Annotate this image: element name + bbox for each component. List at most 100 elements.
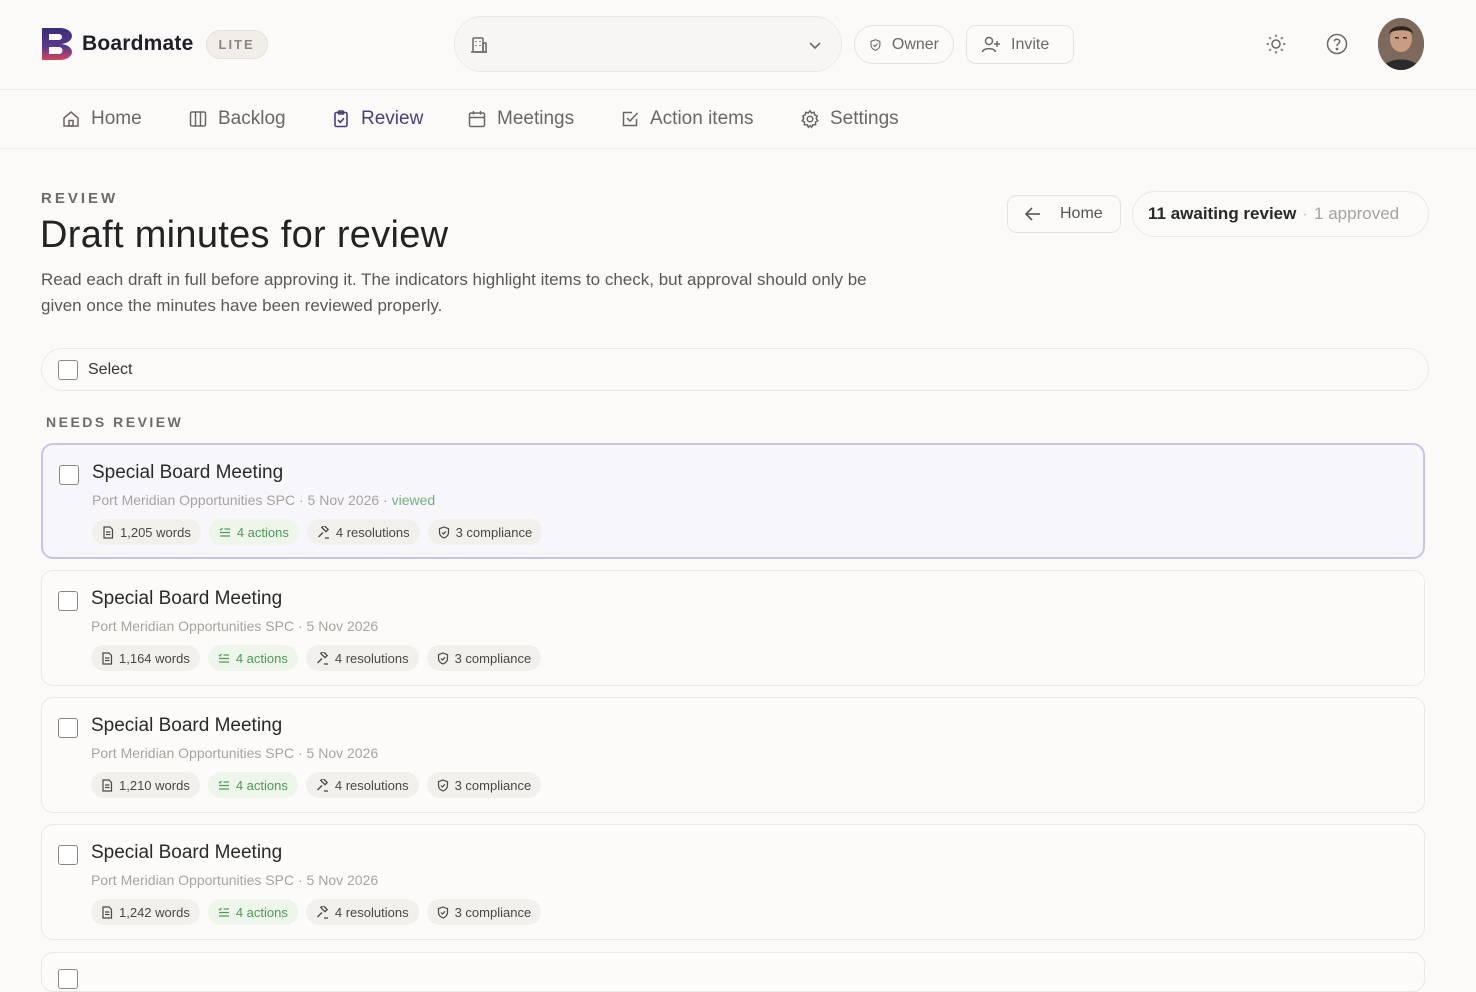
draft-card-title[interactable]: Special Board Meeting bbox=[91, 842, 282, 864]
draft-card-checkbox[interactable] bbox=[58, 845, 78, 865]
nav-item-label: Review bbox=[361, 108, 424, 129]
draft-card-indicators: 1,164 words 4 actions 4 resolutions 3 compl… bbox=[91, 645, 549, 671]
nav-item-action-items[interactable]: Action items bbox=[620, 108, 753, 130]
invite-label: Invite bbox=[1011, 35, 1050, 53]
draft-card[interactable]: Special Board Meeting Port Meridian Oppor… bbox=[41, 824, 1425, 940]
word-count-label: 1,210 words bbox=[119, 777, 190, 793]
owner-role-label: Owner bbox=[891, 35, 939, 53]
gavel-icon bbox=[316, 905, 328, 919]
meta-separator: · bbox=[298, 492, 304, 508]
draft-card[interactable]: Special Board Meeting Port Meridian Oppor… bbox=[41, 697, 1425, 813]
nav-item-settings[interactable]: Settings bbox=[800, 108, 899, 130]
actions-label: 4 actions bbox=[235, 650, 288, 666]
resolutions-label: 4 resolutions bbox=[334, 650, 409, 666]
compliance-label: 3 compliance bbox=[454, 777, 532, 793]
draft-card-checkbox[interactable] bbox=[58, 591, 78, 611]
summary-separator: · bbox=[1302, 204, 1309, 223]
review-summary: 11 awaiting review · 1 approved bbox=[1132, 191, 1429, 237]
nav-item-review[interactable]: Review bbox=[331, 108, 423, 130]
actions-tag: 4 actions bbox=[207, 899, 298, 925]
word-count-tag: 1,242 words bbox=[91, 899, 200, 925]
user-plus-icon bbox=[981, 36, 1000, 52]
arrow-left-icon bbox=[1024, 207, 1040, 221]
select-all-bar[interactable]: Select bbox=[41, 348, 1429, 391]
resolutions-tag: 4 resolutions bbox=[305, 899, 419, 925]
approved-count: 1 approved bbox=[1314, 204, 1400, 223]
draft-card-indicators: 1,205 words 4 actions 4 resolutions 3 compl… bbox=[92, 519, 550, 545]
main-nav: Home Backlog Review Meetings Action item… bbox=[0, 90, 1476, 149]
list-check-icon bbox=[218, 780, 229, 790]
nav-item-backlog[interactable]: Backlog bbox=[188, 108, 286, 130]
meta-separator: · bbox=[297, 618, 303, 634]
draft-card-title[interactable]: Special Board Meeting bbox=[92, 462, 283, 484]
awaiting-count: 11 awaiting review bbox=[1148, 204, 1297, 223]
compliance-tag: 3 compliance bbox=[426, 899, 542, 925]
nav-item-label: Home bbox=[91, 108, 142, 129]
nav-item-home[interactable]: Home bbox=[61, 108, 142, 130]
columns-icon bbox=[189, 111, 207, 127]
invite-button[interactable]: Invite bbox=[966, 25, 1074, 64]
shield-check-icon bbox=[437, 905, 448, 919]
list-check-icon bbox=[218, 653, 229, 663]
select-all-label: Select bbox=[88, 360, 133, 378]
brand-name: Boardmate bbox=[82, 32, 194, 55]
calendar-icon bbox=[468, 111, 486, 128]
organization-select[interactable] bbox=[454, 16, 842, 72]
select-all-checkbox[interactable] bbox=[58, 359, 78, 380]
compliance-label: 3 compliance bbox=[454, 650, 532, 666]
meta-separator: · bbox=[297, 745, 303, 761]
boardmate-logo-icon bbox=[42, 28, 72, 60]
compliance-tag: 3 compliance bbox=[426, 645, 542, 671]
word-count-tag: 1,164 words bbox=[91, 645, 200, 671]
meta-separator: · bbox=[297, 872, 303, 888]
draft-card-title[interactable]: Special Board Meeting bbox=[91, 715, 282, 737]
resolutions-tag: 4 resolutions bbox=[306, 519, 420, 545]
word-count-tag: 1,205 words bbox=[92, 519, 201, 545]
draft-card-date: 5 Nov 2026 bbox=[306, 872, 379, 888]
list-check-icon bbox=[219, 527, 230, 537]
actions-tag: 4 actions bbox=[208, 519, 299, 545]
draft-card[interactable]: Special Board Meeting Port Meridian Oppor… bbox=[41, 570, 1425, 686]
nav-item-meetings[interactable]: Meetings bbox=[467, 108, 574, 130]
user-avatar[interactable] bbox=[1378, 18, 1424, 70]
nav-item-label: Backlog bbox=[218, 108, 286, 129]
actions-label: 4 actions bbox=[236, 524, 289, 540]
word-count-label: 1,242 words bbox=[119, 904, 190, 920]
draft-card[interactable]: Special Board Meeting Port Meridian Oppor… bbox=[41, 443, 1425, 559]
word-count-tag: 1,210 words bbox=[91, 772, 200, 798]
checkbox-icon bbox=[622, 111, 639, 127]
owner-role-button[interactable]: Owner bbox=[854, 25, 954, 64]
actions-label: 4 actions bbox=[235, 904, 288, 920]
compliance-label: 3 compliance bbox=[455, 524, 533, 540]
draft-card-date: 5 Nov 2026 bbox=[306, 745, 379, 761]
help-icon[interactable] bbox=[1325, 32, 1349, 56]
compliance-label: 3 compliance bbox=[454, 904, 532, 920]
actions-tag: 4 actions bbox=[207, 772, 298, 798]
compliance-tag: 3 compliance bbox=[427, 519, 543, 545]
gear-icon bbox=[801, 109, 819, 129]
draft-card-date: 5 Nov 2026 bbox=[307, 492, 380, 508]
chevron-down-icon bbox=[809, 42, 821, 50]
page-title: Draft minutes for review bbox=[40, 214, 449, 256]
draft-card-checkbox[interactable] bbox=[59, 465, 79, 485]
page-description: Read each draft in full before approving… bbox=[41, 270, 867, 315]
sun-icon[interactable] bbox=[1264, 32, 1288, 56]
draft-card-peek[interactable] bbox=[41, 952, 1425, 992]
document-icon bbox=[102, 778, 113, 792]
back-home-button[interactable]: Home bbox=[1007, 195, 1121, 233]
word-count-label: 1,205 words bbox=[120, 524, 191, 540]
draft-card-indicators: 1,210 words 4 actions 4 resolutions 3 compl… bbox=[91, 772, 549, 798]
draft-card-checkbox[interactable] bbox=[58, 718, 78, 738]
home-icon bbox=[63, 111, 79, 127]
brand[interactable]: Boardmate LITE bbox=[40, 26, 268, 62]
clipboard-check-icon bbox=[334, 110, 348, 128]
draft-card-meta: Port Meridian Opportunities SPC · 5 Nov … bbox=[91, 618, 378, 634]
draft-card-checkbox[interactable] bbox=[58, 969, 78, 989]
draft-card-org: Port Meridian Opportunities SPC bbox=[91, 618, 295, 634]
resolutions-label: 4 resolutions bbox=[334, 904, 409, 920]
draft-card-title[interactable]: Special Board Meeting bbox=[91, 588, 282, 610]
document-icon bbox=[103, 525, 114, 539]
actions-tag: 4 actions bbox=[207, 645, 298, 671]
draft-card-meta: Port Meridian Opportunities SPC · 5 Nov … bbox=[92, 492, 435, 508]
document-icon bbox=[102, 905, 113, 919]
